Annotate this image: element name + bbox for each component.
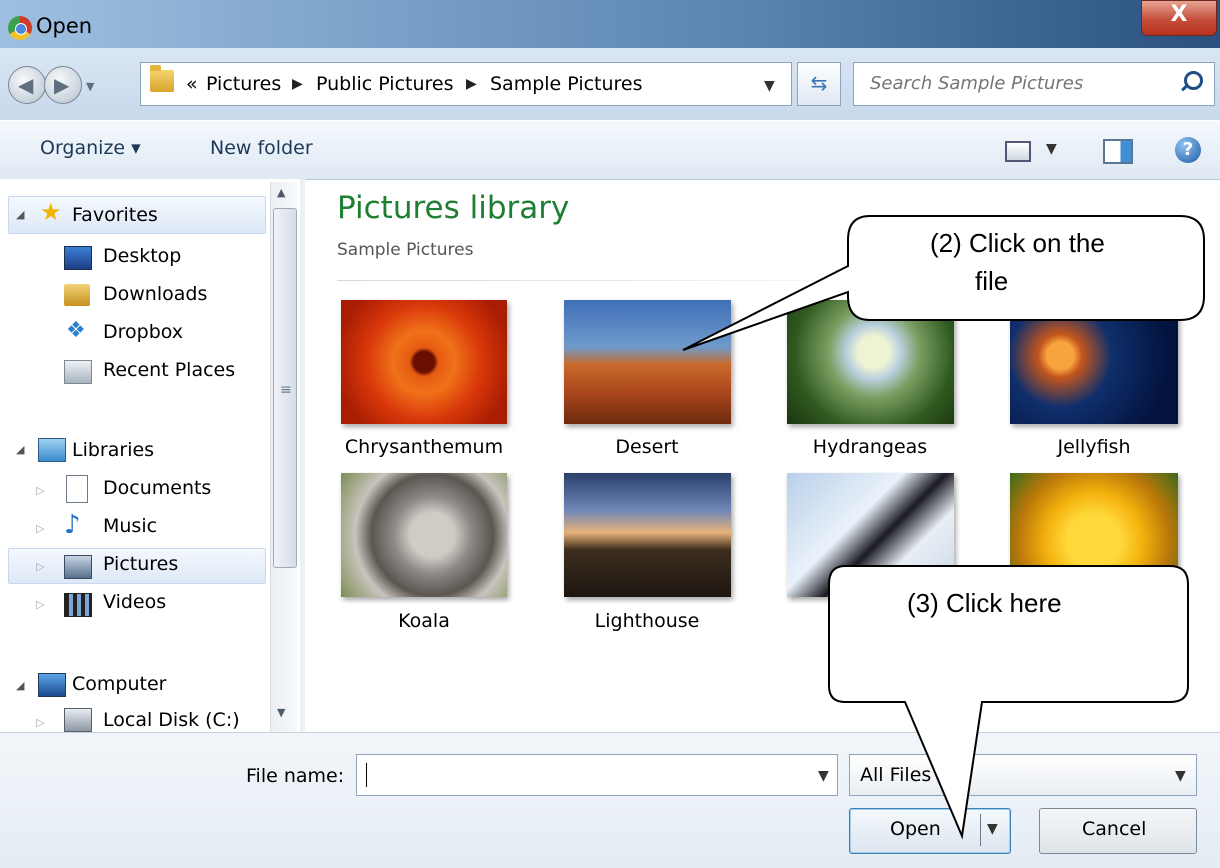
callout-overlay: [682, 215, 1205, 840]
callout-step2-line1: (2) Click on the: [930, 228, 1105, 258]
callout-step2-line2: file: [975, 266, 1009, 296]
callout-step3: (3) Click here: [907, 588, 1062, 618]
